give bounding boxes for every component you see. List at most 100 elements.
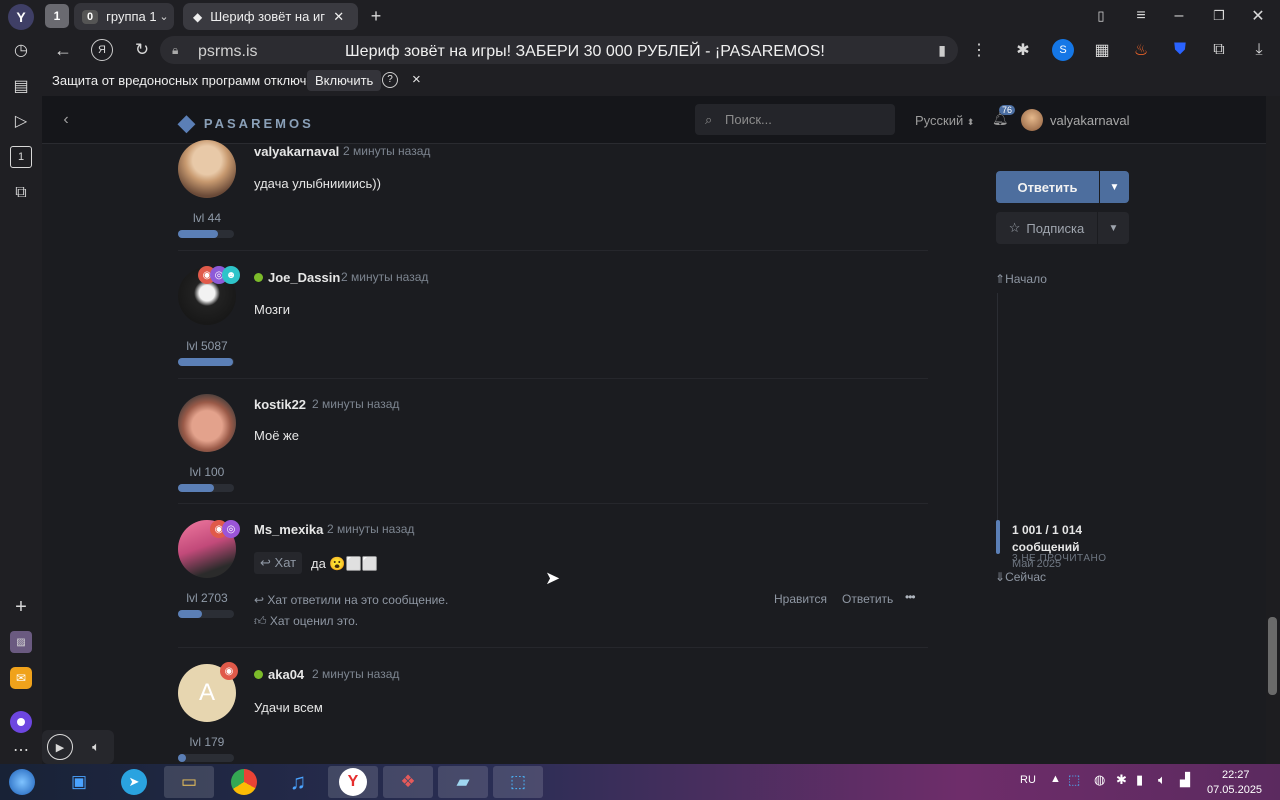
chrome-icon[interactable]	[219, 766, 269, 798]
browser-logo-icon[interactable]: Y	[8, 4, 34, 30]
collections-icon[interactable]: ▤	[10, 75, 32, 97]
tab-counter-button[interactable]: 1	[45, 4, 69, 28]
post-time[interactable]: 2 минуты назад	[343, 144, 430, 158]
downloads-icon[interactable]: ⤓	[1248, 39, 1270, 61]
like-button[interactable]: Нравится	[774, 592, 827, 606]
input-language[interactable]: RU	[1020, 774, 1036, 786]
subscribe-dropdown-chevron-icon[interactable]: ▼	[1098, 212, 1129, 244]
tab-list-chevron-icon[interactable]: ⌄	[155, 7, 173, 25]
header-username[interactable]: valyakarnaval	[1050, 113, 1130, 128]
minimize-icon[interactable]: –	[1170, 7, 1188, 25]
notepad-icon[interactable]: ▰	[438, 766, 488, 798]
close-window-icon[interactable]: ✕	[1249, 7, 1267, 25]
post-time[interactable]: 2 минуты назад	[327, 522, 414, 536]
liked-note[interactable]: 👍︎ Хат оценил это.	[254, 614, 358, 629]
extensions-icon[interactable]: ⧉	[1208, 39, 1230, 61]
network-icon[interactable]: ▟	[1180, 772, 1190, 788]
subscribe-button[interactable]: ☆ Подписка	[996, 212, 1097, 244]
reload-icon[interactable]: ↻	[131, 39, 153, 61]
bookmarks-icon[interactable]: ▯	[1092, 7, 1110, 25]
post-text: Моё же	[254, 428, 299, 443]
post-item: ◉ ◎ ☻ lvl 5087 Joe_Dassin 2 минуты назад…	[178, 251, 928, 379]
quote-chip[interactable]: ↩ Хат	[254, 552, 303, 574]
bluetooth-icon[interactable]: ✱	[1116, 772, 1127, 788]
user-level: lvl 100	[189, 465, 225, 479]
extension-pinwheel-icon[interactable]: ✱	[1012, 39, 1034, 61]
volume-icon[interactable]: 🔈︎	[86, 737, 106, 757]
reply-dropdown-chevron-icon[interactable]: ▼	[1100, 171, 1129, 203]
page-scroll-thumb[interactable]	[1268, 617, 1277, 695]
play-icon[interactable]: ▶	[47, 734, 73, 760]
avatar[interactable]	[178, 140, 236, 198]
url-field[interactable]: 🔒︎ psrms.is Шериф зовёт на игры! ЗАБЕРИ …	[160, 36, 958, 64]
clock-date[interactable]: 07.05.2025	[1207, 784, 1262, 796]
post-username[interactable]: kostik22	[254, 397, 306, 412]
replied-note[interactable]: ↩ Хат ответили на это сообщение.	[254, 593, 448, 607]
mail-icon[interactable]: ✉	[10, 667, 32, 689]
post-time[interactable]: 2 минуты назад	[341, 270, 428, 284]
bookmark-icon[interactable]: ▮	[938, 42, 946, 59]
extension-shazam-icon[interactable]: S	[1052, 39, 1074, 61]
post-username[interactable]: Ms_mexika	[254, 522, 323, 537]
search-input[interactable]: ⌕ Поиск...	[695, 104, 895, 135]
history-icon[interactable]: ◷	[10, 39, 32, 61]
music-icon[interactable]: ♫	[273, 766, 323, 798]
reply-button[interactable]: Ответить	[842, 592, 893, 606]
volume-tray-icon[interactable]: 🔈︎	[1158, 772, 1166, 788]
screenshot-icon[interactable]: ⧉	[10, 182, 32, 204]
qr-icon[interactable]: ▦	[1091, 39, 1113, 61]
media-app-icon[interactable]: ▣	[54, 766, 104, 798]
post-time[interactable]: 2 минуты назад	[312, 397, 399, 411]
tray-chevron-icon[interactable]: ▲	[1050, 773, 1061, 785]
new-tab-icon[interactable]: +	[365, 5, 387, 27]
add-panel-icon[interactable]: +	[10, 596, 32, 618]
level-progress	[178, 358, 234, 366]
post-time[interactable]: 2 минуты назад	[312, 667, 399, 681]
tab-group-label: группа 1	[106, 9, 157, 24]
apps-icon[interactable]: ❖	[383, 766, 433, 798]
post-username[interactable]: Joe_Dassin	[254, 270, 340, 285]
header-avatar[interactable]	[1021, 109, 1043, 131]
yandex-browser-icon[interactable]: Y	[328, 766, 378, 798]
more-actions-button[interactable]: •••	[905, 590, 916, 604]
restore-icon[interactable]: ❐	[1210, 7, 1228, 25]
tray-app-icon[interactable]: ◍	[1094, 772, 1105, 788]
more-icon[interactable]: ⋯	[10, 739, 32, 761]
subscribe-label: Подписка	[1026, 220, 1085, 236]
close-security-bar-icon[interactable]: ×	[412, 71, 421, 88]
post-text: Удачи всем	[254, 700, 323, 715]
file-explorer-icon[interactable]: ▭	[164, 766, 214, 798]
language-select[interactable]: Русский ⬍	[915, 113, 974, 128]
site-info-icon[interactable]: 🔒︎	[172, 43, 178, 58]
post-username[interactable]: valyakarnaval	[254, 144, 339, 159]
tab-active[interactable]: ◆ Шериф зовёт на иг ✕	[183, 3, 358, 30]
more-vertical-icon[interactable]: ⋮	[970, 39, 988, 61]
tray-capture-icon[interactable]: ⬚	[1068, 772, 1080, 788]
menu-icon[interactable]: ≡	[1132, 7, 1150, 25]
help-icon[interactable]: ?	[382, 72, 398, 88]
avatar[interactable]	[178, 394, 236, 452]
telegram-icon[interactable]: ➤	[109, 766, 159, 798]
tab-close-icon[interactable]: ✕	[333, 9, 344, 25]
app-thumbnail-icon[interactable]: ▨	[10, 631, 32, 653]
jump-to-start[interactable]: ⇑Начало	[995, 272, 1047, 286]
reply-thread-button[interactable]: Ответить	[996, 171, 1099, 203]
play-circle-icon[interactable]: ▷	[10, 110, 32, 132]
shield-icon[interactable]: ⛊	[1169, 39, 1191, 61]
timeline-handle[interactable]	[996, 520, 1000, 554]
tab-one-icon[interactable]: 1	[10, 146, 32, 168]
power-icon[interactable]: ▮	[1136, 772, 1143, 788]
alice-icon[interactable]	[10, 711, 32, 733]
clock-time[interactable]: 22:27	[1222, 769, 1250, 781]
yandex-home-icon[interactable]: Я	[91, 39, 113, 61]
jump-to-now[interactable]: ⇓Сейчас	[995, 570, 1046, 584]
timeline-track[interactable]	[997, 293, 998, 525]
start-button-icon[interactable]	[0, 766, 44, 798]
fire-icon[interactable]: ♨	[1130, 39, 1152, 61]
enable-protection-button[interactable]: Включить	[307, 70, 382, 91]
snipping-tool-icon[interactable]: ⬚	[493, 766, 543, 798]
post-username[interactable]: aka04	[254, 667, 304, 682]
back-icon[interactable]: ←	[52, 39, 74, 61]
site-logo[interactable]: ◆ PASAREMOS	[178, 110, 314, 136]
back-arrow-icon[interactable]: ‹	[56, 110, 76, 130]
